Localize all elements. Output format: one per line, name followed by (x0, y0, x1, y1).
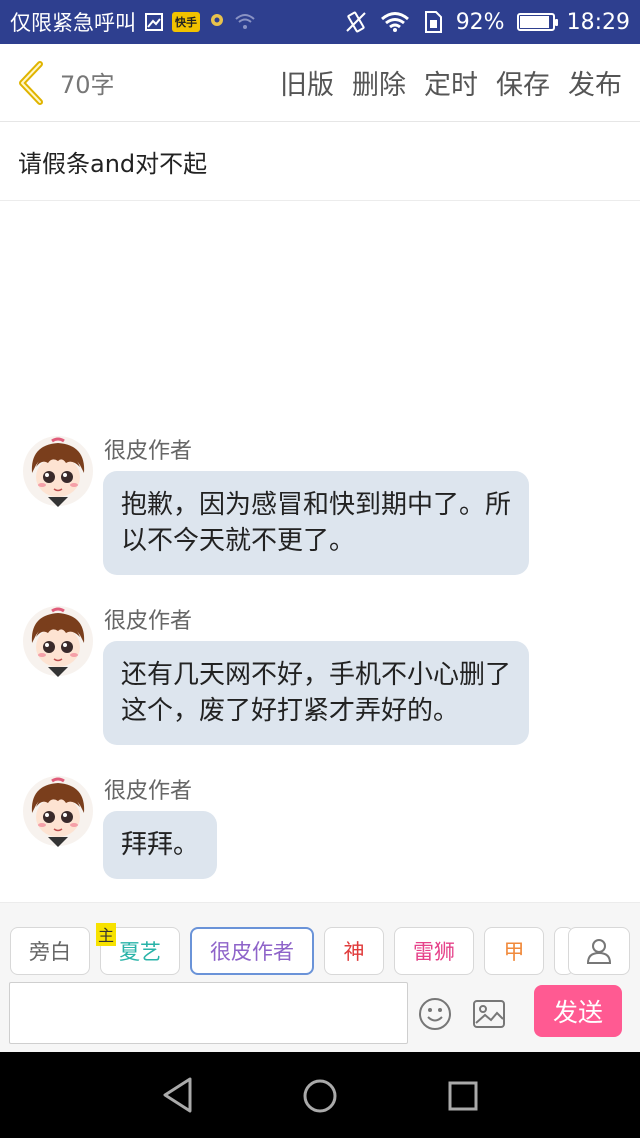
message-bubble: 还有几天网不好，手机不小心删了 这个，废了好打紧才弄好的。 (103, 641, 530, 745)
send-label: 发送 (552, 998, 603, 1027)
manage-characters-button[interactable] (568, 927, 630, 975)
word-count: 70字 (60, 71, 115, 99)
back-button[interactable] (6, 44, 56, 122)
message-line: 拜拜。 (121, 830, 200, 860)
send-button[interactable]: 发送 (534, 985, 622, 1037)
image-notification-icon (144, 12, 164, 32)
message-line: 这个，废了好打紧才弄好的。 (121, 696, 460, 726)
document-title: 请假条and对不起 (18, 149, 208, 178)
message-bubble: 抱歉，因为感冒和快到期中了。所 以不今天就不更了。 (103, 471, 530, 575)
character-chip-leishi[interactable]: 雷狮 (394, 927, 474, 975)
battery-percent: 92% (455, 9, 505, 35)
user-icon (586, 939, 612, 964)
message-author: 很皮作者 (104, 609, 193, 634)
character-chip-xiayi[interactable]: 主 夏艺 (96, 923, 180, 975)
schedule-button[interactable]: 定时 (424, 63, 478, 102)
avatar (22, 775, 94, 847)
status-bar: 仅限紧急呼叫 快手 92% 18:29 (0, 0, 640, 44)
character-chip-jia[interactable]: 甲 (484, 927, 544, 975)
nav-back-button[interactable] (160, 1076, 196, 1114)
title-field[interactable]: 请假条and对不起 (0, 122, 640, 201)
message-bubble: 拜拜。 (103, 811, 218, 879)
top-toolbar: 70字 旧版 删除 定时 保存 发布 (0, 44, 640, 122)
character-chip-narrator[interactable]: 旁白 (10, 927, 90, 975)
avatar (22, 435, 94, 507)
location-icon (208, 12, 226, 32)
image-icon (473, 1000, 505, 1028)
wifi-weak-icon (234, 13, 256, 31)
message-author: 很皮作者 (104, 779, 193, 804)
character-chip-god[interactable]: 神 (324, 927, 384, 975)
character-name: 夏艺 (119, 940, 161, 964)
sim-icon (422, 10, 444, 34)
kuaishou-app-icon: 快手 (172, 12, 200, 32)
publish-button[interactable]: 发布 (568, 63, 622, 102)
avatar (22, 605, 94, 677)
character-name: 甲 (503, 940, 525, 964)
message-list: 很皮作者 抱歉，因为感冒和快到期中了。所 以不今天就不更了。 很皮作者 还有几天… (0, 201, 640, 901)
wifi-icon (380, 11, 410, 33)
message-author: 很皮作者 (104, 439, 193, 464)
protagonist-tag: 主 (96, 923, 117, 946)
carrier-text: 仅限紧急呼叫 (10, 11, 136, 35)
character-name: 旁白 (29, 940, 71, 964)
delete-button[interactable]: 删除 (352, 63, 406, 102)
message-line: 以不今天就不更了。 (121, 526, 356, 556)
save-button[interactable]: 保存 (496, 63, 550, 102)
message-line: 抱歉，因为感冒和快到期中了。所 (121, 490, 512, 520)
smiley-icon (419, 998, 451, 1030)
character-name: 雷狮 (413, 940, 455, 964)
battery-icon (516, 13, 558, 31)
emoji-button[interactable] (418, 997, 452, 1031)
square-recent-icon (448, 1081, 478, 1111)
nav-recent-button[interactable] (447, 1080, 479, 1112)
message-input[interactable] (9, 982, 408, 1044)
old-version-button[interactable]: 旧版 (280, 63, 334, 102)
compose-panel: 旁白 主 夏艺 很皮作者 神 雷狮 甲 发送 (0, 902, 640, 1052)
system-nav-bar (0, 1052, 640, 1138)
chevron-left-icon (19, 60, 43, 105)
toolbar-actions: 旧版 删除 定时 保存 发布 (280, 63, 640, 102)
character-name: 很皮作者 (210, 940, 294, 964)
nav-home-button[interactable] (302, 1078, 338, 1114)
clock: 18:29 (566, 9, 630, 35)
character-name: 神 (343, 940, 365, 964)
circle-home-icon (303, 1079, 337, 1113)
battery-level (519, 16, 550, 28)
character-chip-author[interactable]: 很皮作者 (190, 927, 314, 975)
message-line: 还有几天网不好，手机不小心删了 (121, 660, 512, 690)
triangle-back-icon (163, 1077, 192, 1113)
image-button[interactable] (472, 997, 506, 1031)
character-selector: 旁白 主 夏艺 很皮作者 神 雷狮 甲 (0, 923, 640, 979)
vibrate-icon (344, 10, 368, 34)
